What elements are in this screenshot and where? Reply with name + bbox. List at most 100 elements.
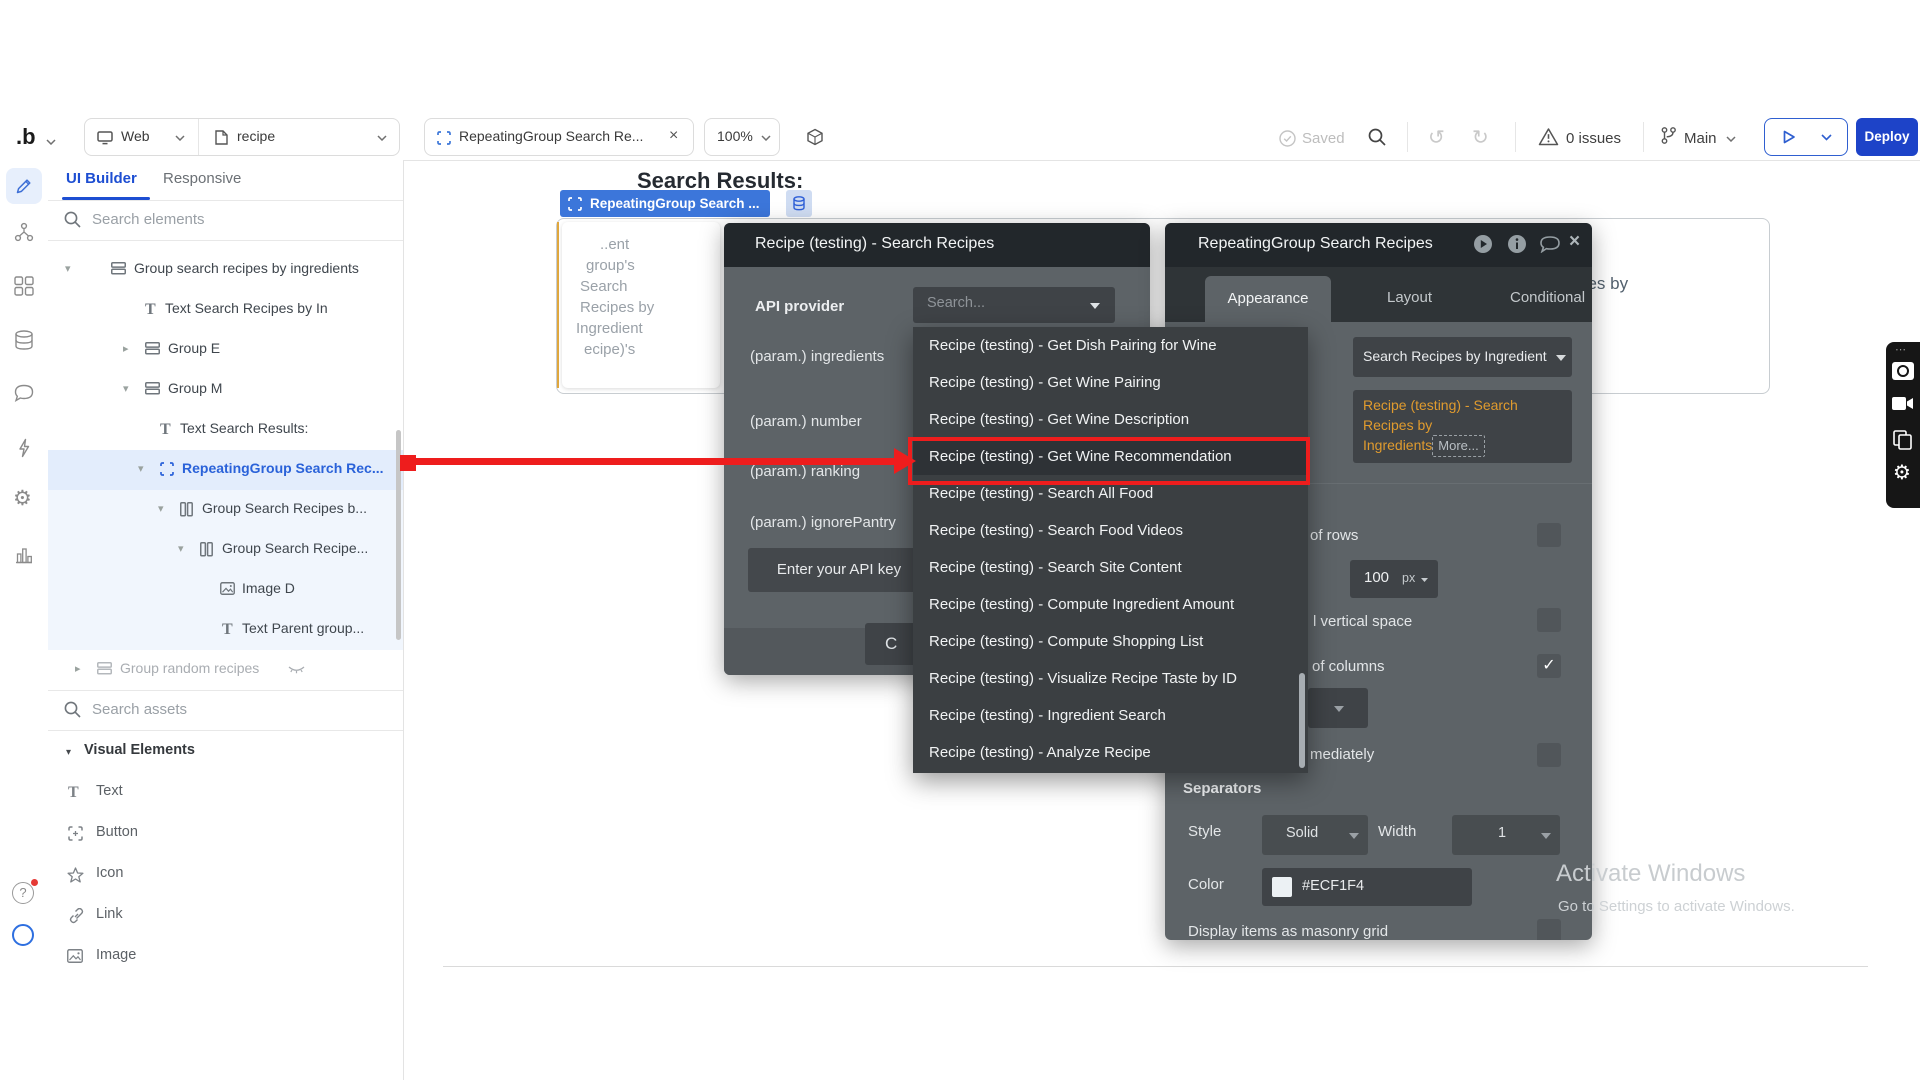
palette-item-button[interactable]: Button <box>48 814 403 854</box>
copy-icon[interactable] <box>1893 430 1913 450</box>
vertical-space-checkbox[interactable] <box>1537 608 1561 632</box>
dropdown-option[interactable]: Recipe (testing) - Get Dish Pairing for … <box>913 327 1308 364</box>
grid-layout-icon[interactable] <box>14 276 34 296</box>
caret-right-icon[interactable]: ▸ <box>123 342 129 355</box>
tree-item-group-e[interactable]: ▸ Group E <box>48 330 403 370</box>
palette-item-link[interactable]: Link <box>48 896 403 936</box>
palette-item-icon[interactable]: Icon <box>48 855 403 895</box>
preview-play-icon[interactable] <box>1473 234 1493 254</box>
more-dots-icon[interactable]: ⋯ <box>1895 343 1906 356</box>
chat-bubble-icon[interactable] <box>14 384 34 403</box>
chevron-down-icon[interactable] <box>1726 136 1736 142</box>
dropdown-option[interactable]: Recipe (testing) - Compute Shopping List <box>913 623 1308 660</box>
tree-item-group-random-recipes[interactable]: ▸ Group random recipes <box>48 650 403 690</box>
tree-item-group-search-recipes-b[interactable]: ▾ Group Search Recipes b... <box>48 490 403 530</box>
component-cube-icon[interactable] <box>806 128 824 146</box>
close-tab-icon[interactable]: × <box>669 127 678 145</box>
issues-indicator[interactable]: 0 issues <box>1566 130 1621 147</box>
settings-gear-icon[interactable]: ⚙ <box>13 486 32 510</box>
data-source-chip[interactable] <box>786 190 812 217</box>
redo-icon[interactable]: ↻ <box>1472 125 1489 149</box>
visual-elements-header[interactable]: Visual Elements <box>84 742 195 758</box>
columns-count-dropdown[interactable] <box>1308 688 1368 728</box>
masonry-checkbox[interactable] <box>1537 919 1561 940</box>
modal-header[interactable]: Recipe (testing) - Search Recipes <box>724 223 1150 267</box>
tree-item-repeatinggroup-search-rec[interactable]: ▾ RepeatingGroup Search Rec... <box>48 450 403 490</box>
color-swatch[interactable] <box>1272 877 1292 897</box>
info-icon[interactable] <box>1507 234 1527 254</box>
separator-style-dropdown[interactable]: Solid <box>1262 815 1368 855</box>
video-camera-icon[interactable] <box>1892 396 1914 411</box>
close-icon[interactable]: × <box>1569 231 1580 253</box>
panel-header[interactable]: RepeatingGroup Search Recipes × <box>1165 223 1592 267</box>
dropdown-option[interactable]: Recipe (testing) - Analyze Recipe <box>913 734 1308 771</box>
tree-item-image-d[interactable]: Image D <box>48 570 403 610</box>
show-immediately-checkbox[interactable] <box>1537 743 1561 767</box>
device-selector[interactable]: Web <box>121 128 150 144</box>
more-button[interactable]: More... <box>1432 435 1484 457</box>
row-height-input[interactable]: 100 px <box>1350 560 1438 598</box>
design-tool-active-bg[interactable] <box>6 168 42 204</box>
chevron-down-icon[interactable] <box>175 135 185 141</box>
separator-color-input[interactable]: #ECF1F4 <box>1262 868 1472 906</box>
dropdown-option[interactable]: Recipe (testing) - Get Wine Description <box>913 401 1308 438</box>
caret-down-icon[interactable]: ▾ <box>178 542 184 555</box>
palette-item-text[interactable]: T Text <box>48 773 403 813</box>
camera-icon[interactable] <box>1892 362 1914 380</box>
help-button[interactable]: ? <box>12 882 34 904</box>
tree-item-group-m[interactable]: ▾ Group M <box>48 370 403 410</box>
caret-down-icon[interactable]: ▾ <box>123 382 129 395</box>
tree-item-group-search-recipe[interactable]: ▾ Group Search Recipe... <box>48 530 403 570</box>
tree-item-text-search-recipes-by-in[interactable]: T Text Search Recipes by In <box>48 290 403 330</box>
logs-chart-icon[interactable] <box>14 546 34 564</box>
dropdown-scrollbar[interactable] <box>1299 673 1305 768</box>
search-assets-input[interactable]: Search assets <box>92 701 187 718</box>
caret-down-icon[interactable]: ▾ <box>66 747 71 758</box>
api-provider-dropdown[interactable]: Search... <box>913 287 1115 323</box>
bubble-logo[interactable]: .b <box>16 124 36 150</box>
logo-chevron-down-icon[interactable] <box>46 139 56 145</box>
gear-icon[interactable]: ⚙ <box>1893 460 1911 484</box>
selected-element-badge[interactable]: RepeatingGroup Search ... <box>560 190 770 217</box>
row-height-unit[interactable]: px <box>1402 571 1415 585</box>
branch-selector[interactable]: Main <box>1684 130 1717 147</box>
caret-down-icon[interactable]: ▾ <box>65 262 71 275</box>
workflow-nodes-icon[interactable] <box>14 222 34 242</box>
comment-bubble-icon[interactable] <box>1539 236 1561 253</box>
caret-right-icon[interactable]: ▸ <box>75 662 81 675</box>
search-icon[interactable] <box>1368 128 1387 147</box>
page-selector[interactable]: recipe <box>237 128 275 144</box>
database-icon[interactable] <box>14 330 34 350</box>
dropdown-option[interactable]: Recipe (testing) - Get Wine Pairing <box>913 364 1308 401</box>
fixed-rows-checkbox[interactable] <box>1537 523 1561 547</box>
dropdown-option[interactable]: Recipe (testing) - Compute Ingredient Am… <box>913 586 1308 623</box>
repeating-group-first-cell[interactable]: ..ent group's Search Recipes by Ingredie… <box>562 222 720 388</box>
tab-conditional[interactable]: Conditional <box>1510 289 1585 306</box>
assistant-button[interactable] <box>12 924 34 946</box>
element-tab[interactable]: RepeatingGroup Search Re... × <box>424 118 694 156</box>
tree-item-text-parent-group[interactable]: T Text Parent group... <box>48 610 403 650</box>
tab-appearance[interactable]: Appearance <box>1205 276 1331 322</box>
caret-down-icon[interactable]: ▾ <box>158 502 164 515</box>
tab-ui-builder[interactable]: UI Builder <box>66 170 137 187</box>
deploy-button[interactable]: Deploy <box>1856 118 1918 156</box>
type-of-content-dropdown[interactable]: Search Recipes by Ingredient <box>1353 337 1572 377</box>
dropdown-option[interactable]: Recipe (testing) - Visualize Recipe Tast… <box>913 660 1308 697</box>
dropdown-option[interactable]: Recipe (testing) - Ingredient Search <box>913 697 1308 734</box>
chevron-down-icon[interactable] <box>1821 134 1832 141</box>
dropdown-option[interactable]: Recipe (testing) - Search Site Content <box>913 549 1308 586</box>
caret-down-icon[interactable]: ▾ <box>138 462 144 475</box>
palette-item-image[interactable]: Image <box>48 937 403 977</box>
preview-button[interactable] <box>1764 118 1848 156</box>
data-source-field[interactable]: Recipe (testing) - Search Recipes by Ing… <box>1353 390 1572 463</box>
separator-width-dropdown[interactable]: 1 <box>1452 815 1560 855</box>
columns-checkbox-checked[interactable]: ✓ <box>1537 654 1561 678</box>
zoom-control[interactable]: 100% <box>704 118 780 156</box>
undo-icon[interactable]: ↺ <box>1428 125 1445 149</box>
tab-layout[interactable]: Layout <box>1387 289 1432 306</box>
plugin-icon[interactable] <box>14 438 34 458</box>
dropdown-option[interactable]: Recipe (testing) - Search Food Videos <box>913 512 1308 549</box>
tree-item-text-search-results[interactable]: T Text Search Results: <box>48 410 403 450</box>
search-elements-input[interactable]: Search elements <box>92 211 205 228</box>
api-key-input[interactable]: Enter your API key <box>748 548 930 592</box>
